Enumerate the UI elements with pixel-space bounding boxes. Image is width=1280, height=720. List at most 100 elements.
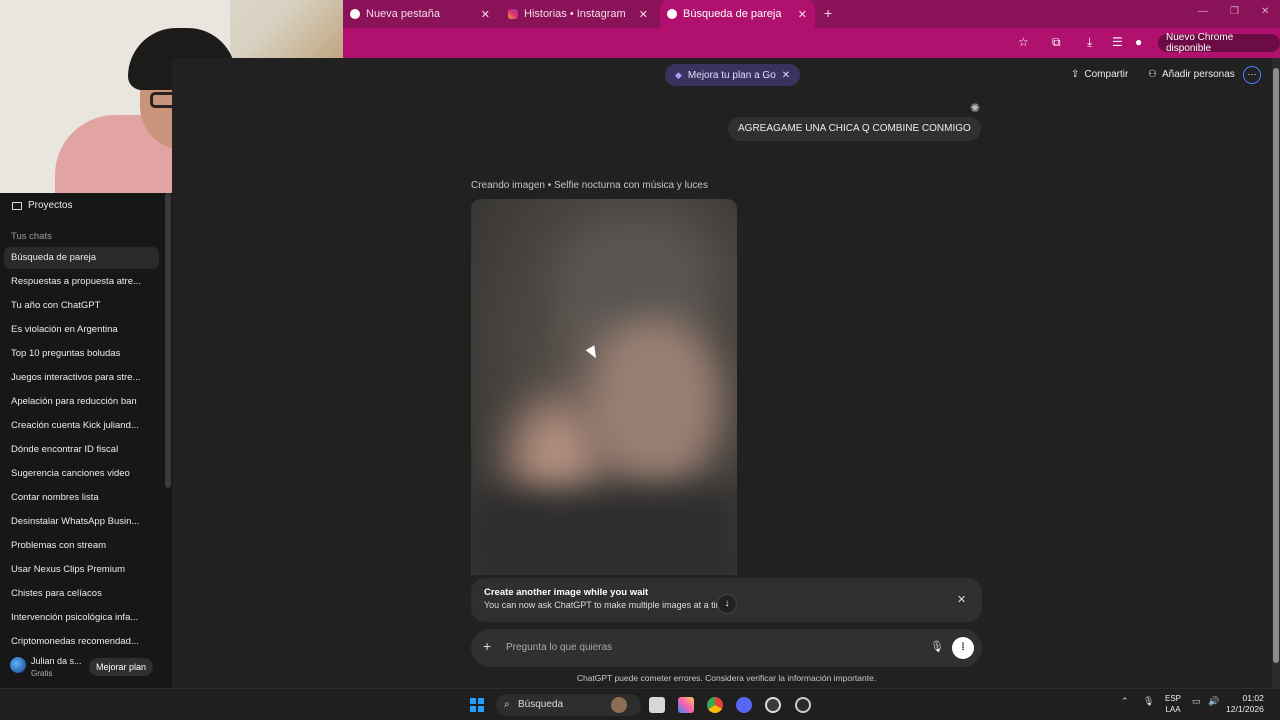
chats-section-label: Tus chats (11, 231, 52, 242)
media-player-icon[interactable] (765, 697, 781, 713)
person-add-icon: ⚇ (1148, 69, 1157, 80)
tab-title: Historias • Instagram (524, 8, 626, 20)
chat-item[interactable]: Tu año con ChatGPT (4, 295, 159, 317)
lang-layout: LAA (1165, 705, 1181, 714)
close-icon[interactable]: ✕ (957, 593, 966, 606)
projects-label: Proyectos (28, 200, 73, 211)
page-scrollbar[interactable] (1272, 58, 1280, 688)
chatgpt-icon (667, 9, 677, 19)
chat-item[interactable]: Criptomonedas recomendad... (4, 631, 159, 653)
windows-start-icon[interactable] (470, 698, 484, 712)
tray-microphone-icon[interactable]: 🎙 (1143, 696, 1154, 707)
generating-image-preview[interactable] (471, 199, 737, 575)
tray-chevron-icon[interactable]: ⌃ (1121, 696, 1129, 707)
avatar (10, 657, 26, 673)
lang-code: ESP (1165, 694, 1182, 703)
extensions-icon[interactable]: ⧉ (1052, 35, 1061, 50)
upgrade-go-label: Mejora tu plan a Go (687, 69, 776, 81)
tab-strip: Nueva pestaña ✕ Historias • Instagram ✕ … (343, 0, 1280, 28)
upgrade-plan-button[interactable]: Mejorar plan (89, 658, 154, 676)
reading-list-icon[interactable]: ☰ (1112, 35, 1123, 49)
task-view-icon[interactable] (649, 697, 665, 713)
chrome-icon (350, 9, 360, 19)
close-icon[interactable]: ✕ (639, 8, 648, 21)
system-clock[interactable]: 01:02 12/1/2026 (1226, 693, 1264, 715)
clock-date: 12/1/2026 (1226, 704, 1264, 714)
scroll-down-button[interactable]: ↓ (717, 594, 737, 614)
obs-icon[interactable] (795, 697, 811, 713)
chat-item[interactable]: Intervención psicológica infa... (4, 607, 159, 629)
network-icon[interactable]: ▭ (1192, 696, 1201, 707)
toast-text: You can now ask ChatGPT to make multiple… (484, 600, 719, 610)
close-icon[interactable]: ✕ (481, 8, 490, 21)
user-name: Julian da s... (31, 656, 82, 666)
copilot-icon[interactable] (678, 697, 694, 713)
voice-mode-button[interactable]: ⁞ (952, 637, 974, 659)
widget-icon[interactable] (611, 697, 627, 713)
chat-item[interactable]: Apelación para reducción ban (4, 391, 159, 413)
chat-item[interactable]: Problemas con stream (4, 535, 159, 557)
sidebar-scrollbar[interactable] (165, 193, 171, 488)
new-tab-button[interactable]: + (824, 5, 832, 21)
share-button[interactable]: ⇪ Compartir (1071, 69, 1128, 80)
clock-time: 01:02 (1242, 693, 1264, 703)
user-plan: Gratis (31, 669, 53, 678)
microphone-icon[interactable]: 🎙 (930, 640, 944, 653)
chat-item[interactable]: Contar nombres lista (4, 487, 159, 509)
add-people-button[interactable]: ⚇ Añadir personas (1148, 69, 1235, 80)
user-profile[interactable]: Julian da s... Gratis Mejorar plan (0, 653, 172, 688)
tab-new-tab[interactable]: Nueva pestaña ✕ (343, 0, 498, 28)
chat-item[interactable]: Chistes para celíacos (4, 583, 159, 605)
chat-item[interactable]: Dónde encontrar ID fiscal (4, 439, 159, 461)
screen: Nueva pestaña ✕ Historias • Instagram ✕ … (0, 0, 1280, 720)
toast-title: Create another image while you wait (484, 587, 649, 598)
search-label: Búsqueda (518, 699, 564, 710)
chat-item[interactable]: Es violación en Argentina (4, 319, 159, 341)
tab-title: Nueva pestaña (366, 8, 440, 20)
sparkle-icon: ◆ (675, 69, 682, 80)
add-people-label: Añadir personas (1161, 69, 1235, 80)
tab-busqueda-pareja[interactable]: Búsqueda de pareja ✕ (660, 0, 815, 28)
close-icon[interactable]: ✕ (798, 8, 807, 21)
profile-avatar-icon[interactable]: ● (1135, 35, 1142, 49)
close-icon[interactable]: ✕ (782, 70, 790, 81)
sidebar: Proyectos Tus chats Búsqueda de pareja R… (0, 193, 172, 688)
chat-item[interactable]: Búsqueda de pareja (4, 247, 159, 269)
chat-item[interactable]: Desinstalar WhatsApp Busin... (4, 511, 159, 533)
download-icon[interactable]: ⤓ (1087, 35, 1092, 50)
minimize-icon[interactable]: — (1198, 6, 1208, 17)
browser-toolbar: ☆ ⧉ ⤓ ☰ ● ⋮ (343, 28, 1280, 58)
chat-item[interactable]: Creación cuenta Kick juliand... (4, 415, 159, 437)
window-close-icon[interactable]: ✕ (1261, 6, 1269, 17)
chat-item[interactable]: Top 10 preguntas boludas (4, 343, 159, 365)
language-indicator[interactable]: ESP LAA (1165, 693, 1181, 715)
tab-title: Búsqueda de pareja (683, 8, 782, 20)
bookmark-star-icon[interactable]: ☆ (1018, 35, 1029, 49)
folder-icon (12, 201, 22, 210)
chrome-taskbar-icon[interactable] (707, 697, 723, 713)
upgrade-go-pill[interactable]: ◆ Mejora tu plan a Go ✕ (665, 64, 801, 86)
loading-spinner-icon: ✺ (970, 101, 981, 115)
share-icon: ⇪ (1071, 69, 1080, 80)
maximize-icon[interactable]: ❐ (1230, 6, 1239, 17)
plus-icon[interactable]: + (483, 638, 491, 654)
chat-item[interactable]: Juegos interactivos para stre... (4, 367, 159, 389)
volume-icon[interactable]: 🔊 (1208, 696, 1219, 707)
chat-item[interactable]: Usar Nexus Clips Premium (4, 559, 159, 581)
prompt-input[interactable]: Pregunta lo que quieras (506, 642, 612, 653)
chat-item[interactable]: Sugerencia canciones video (4, 463, 159, 485)
chrome-update-button[interactable]: Nuevo Chrome disponible (1158, 32, 1280, 54)
chat-item[interactable]: Respuestas a propuesta atre... (4, 271, 159, 293)
disclaimer-text: ChatGPT puede cometer errores. Considera… (576, 673, 877, 683)
search-icon: ⌕ (504, 699, 510, 710)
user-message: AGREAGAME UNA CHICA Q COMBINE CONMIGO (728, 117, 981, 141)
share-label: Compartir (1084, 69, 1129, 80)
discord-icon[interactable] (736, 697, 752, 713)
image-status-label: Creando imagen • Selfie nocturna con mús… (471, 180, 708, 191)
os-taskbar: ⌕ Búsqueda ⌃ 🎙 ESP LAA ▭ 🔊 01:02 12/1/20… (0, 688, 1280, 720)
more-options-button[interactable]: ⋯ (1243, 66, 1261, 84)
tab-instagram[interactable]: Historias • Instagram ✕ (501, 0, 656, 28)
sidebar-item-projects[interactable]: Proyectos (12, 200, 72, 211)
prompt-composer[interactable]: + Pregunta lo que quieras 🎙 ⁞ (471, 629, 982, 667)
instagram-icon (508, 9, 518, 19)
